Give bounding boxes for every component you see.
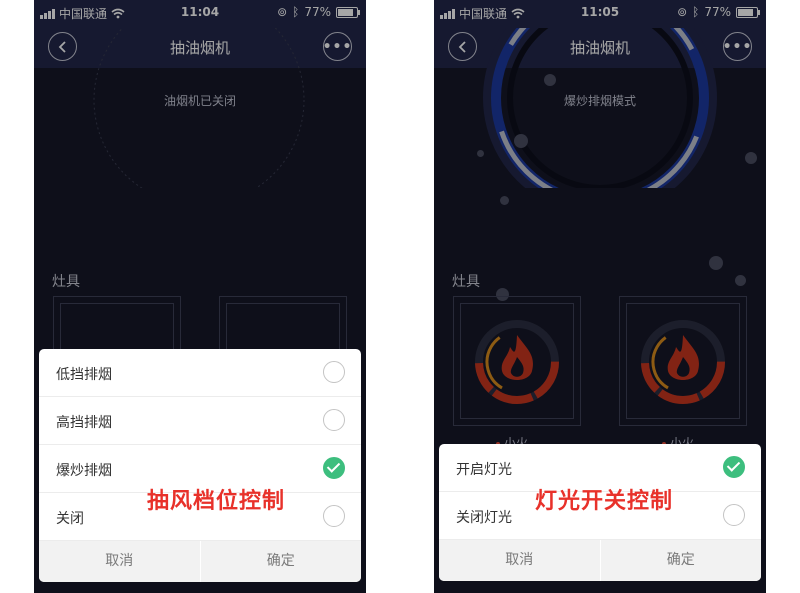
radio-button-selected[interactable] <box>723 456 745 478</box>
radio-button[interactable] <box>323 409 345 431</box>
radio-button-selected[interactable] <box>323 457 345 479</box>
cancel-button[interactable]: 取消 <box>39 541 200 582</box>
radio-button[interactable] <box>723 504 745 526</box>
fan-level-sheet: 低挡排烟 高挡排烟 爆炒排烟 关闭 取消 确定 <box>39 349 361 582</box>
annotation-caption: 灯光开关控制 <box>535 489 674 514</box>
option-label: 开启灯光 <box>456 462 512 478</box>
radio-button[interactable] <box>323 361 345 383</box>
option-high-fan[interactable]: 高挡排烟 <box>39 397 361 445</box>
option-label: 关闭 <box>56 511 84 527</box>
sheet-footer: 取消 确定 <box>439 540 761 581</box>
annotation-caption: 抽风档位控制 <box>147 489 286 514</box>
option-label: 关闭灯光 <box>456 510 512 526</box>
option-label: 高挡排烟 <box>56 415 112 431</box>
option-low-fan[interactable]: 低挡排烟 <box>39 349 361 397</box>
option-label: 爆炒排烟 <box>56 463 112 479</box>
option-label: 低挡排烟 <box>56 367 112 383</box>
phone-screen-right: 中国联通 11:05 ⊚ ᛒ 77% 抽油烟机 ••• 爆炒排烟模式 灶具 小火… <box>434 0 766 593</box>
sheet-footer: 取消 确定 <box>39 541 361 582</box>
phone-screen-left: 中国联通 11:04 ⊚ ᛒ 77% 抽油烟机 ••• 油烟机已关闭 灶具 低挡… <box>34 0 366 593</box>
confirm-button[interactable]: 确定 <box>599 540 762 581</box>
confirm-button[interactable]: 确定 <box>199 541 362 582</box>
cancel-button[interactable]: 取消 <box>439 540 600 581</box>
radio-button[interactable] <box>323 505 345 527</box>
